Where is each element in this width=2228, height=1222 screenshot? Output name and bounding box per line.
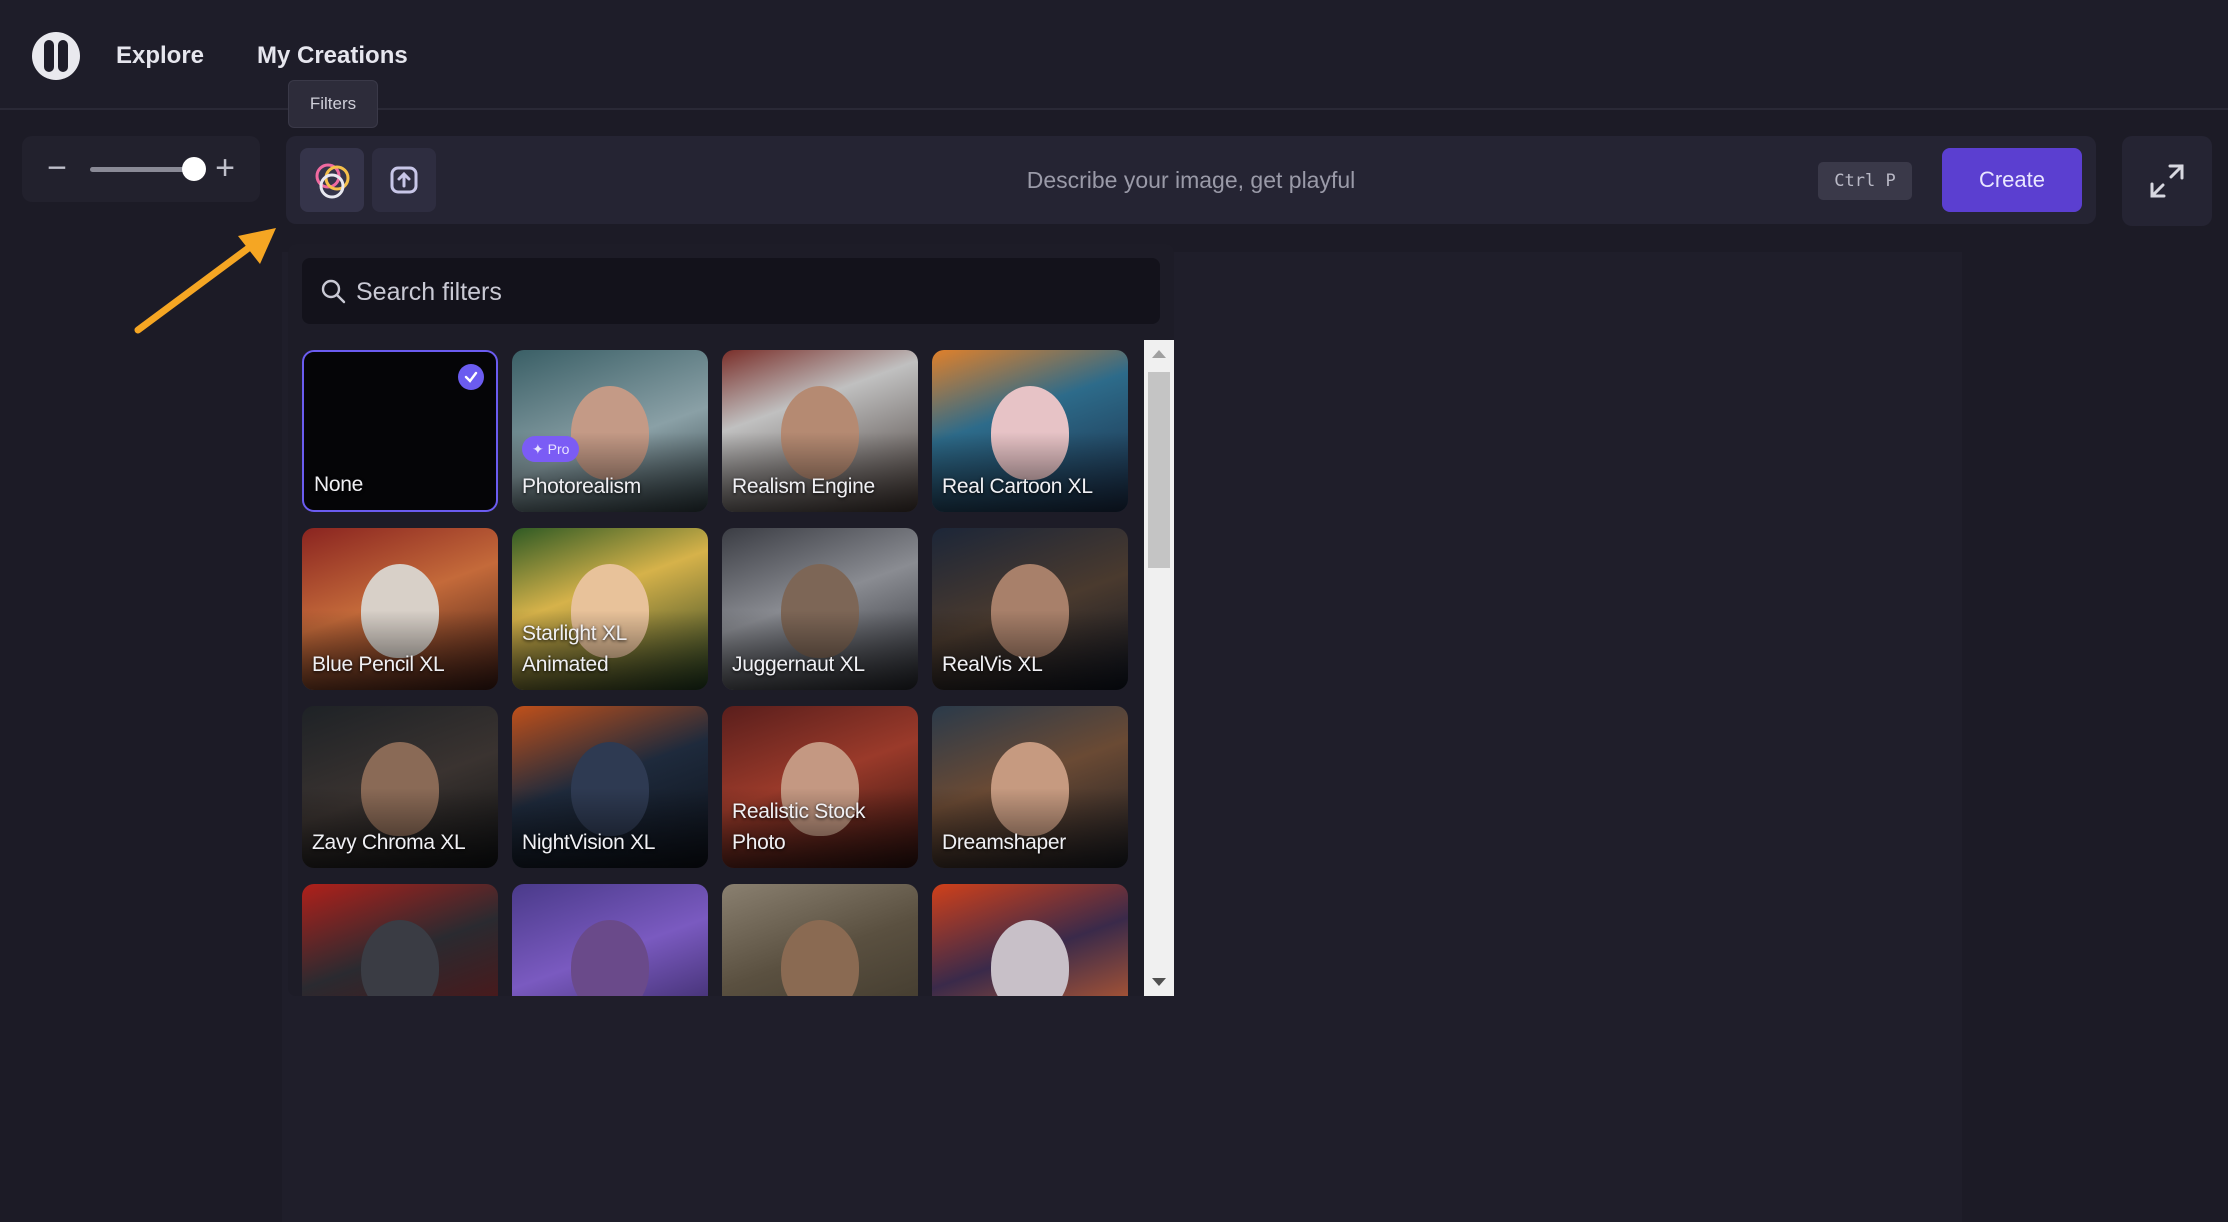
app-logo-icon[interactable] bbox=[32, 32, 80, 80]
prompt-bar: Describe your image, get playful Ctrl P … bbox=[286, 136, 2096, 224]
annotation-arrow-icon bbox=[134, 228, 276, 334]
filter-tile-row4-1[interactable] bbox=[302, 884, 498, 996]
shortcut-badge: Ctrl P bbox=[1818, 162, 1912, 200]
filter-tile-row4-4[interactable] bbox=[932, 884, 1128, 996]
filter-tile-blue-pencil-xl[interactable]: Blue Pencil XL bbox=[302, 528, 498, 690]
filter-tile-photorealism[interactable]: ✦ Pro Photorealism bbox=[512, 350, 708, 512]
expand-button[interactable] bbox=[2122, 136, 2212, 226]
filter-label: Real Cartoon XL bbox=[942, 475, 1093, 498]
filter-label: Realism Engine bbox=[732, 475, 875, 498]
filter-tile-nightvision-xl[interactable]: NightVision XL bbox=[512, 706, 708, 868]
search-icon bbox=[321, 279, 346, 304]
filter-label: Zavy Chroma XL bbox=[312, 831, 466, 854]
filters-icon bbox=[315, 163, 350, 199]
filter-tile-row4-2[interactable] bbox=[512, 884, 708, 996]
filter-tile-none[interactable]: None bbox=[302, 350, 498, 512]
upload-image-button[interactable] bbox=[372, 148, 436, 212]
filter-tile-dreamshaper[interactable]: Dreamshaper bbox=[932, 706, 1128, 868]
filter-label: NightVision XL bbox=[522, 831, 656, 854]
zoom-out-button[interactable]: − bbox=[42, 150, 72, 186]
nav-my-creations[interactable]: My Creations bbox=[257, 42, 408, 70]
create-button[interactable]: Create bbox=[1942, 148, 2082, 212]
scroll-thumb[interactable] bbox=[1148, 372, 1170, 568]
nav-explore[interactable]: Explore bbox=[116, 42, 204, 70]
filters-panel: None ✦ Pro Photorealism Realism Engine R… bbox=[288, 244, 1174, 996]
zoom-control: − + bbox=[22, 136, 260, 202]
scroll-up-arrow-icon[interactable] bbox=[1152, 350, 1166, 358]
filter-tile-realvis-xl[interactable]: RealVis XL bbox=[932, 528, 1128, 690]
filter-label: Starlight XL Animated bbox=[522, 622, 627, 676]
pro-badge: ✦ Pro bbox=[522, 436, 580, 462]
filters-tooltip: Filters bbox=[288, 80, 378, 128]
filter-tile-realism-engine[interactable]: Realism Engine bbox=[722, 350, 918, 512]
filter-tile-juggernaut-xl[interactable]: Juggernaut XL bbox=[722, 528, 918, 690]
filter-label: Photorealism bbox=[522, 475, 641, 498]
zoom-in-button[interactable]: + bbox=[210, 150, 240, 186]
filter-label: Dreamshaper bbox=[942, 831, 1066, 854]
filter-tile-realistic-stock-photo[interactable]: Realistic Stock Photo bbox=[722, 706, 918, 868]
filter-label: Juggernaut XL bbox=[732, 653, 865, 676]
filter-tile-row4-3[interactable] bbox=[722, 884, 918, 996]
filters-scrollbar[interactable] bbox=[1144, 340, 1174, 996]
filter-tile-real-cartoon-xl[interactable]: Real Cartoon XL bbox=[932, 350, 1128, 512]
filters-button[interactable] bbox=[300, 148, 364, 212]
search-filters-input[interactable] bbox=[354, 270, 1138, 314]
upload-icon bbox=[390, 166, 418, 194]
filter-label: Realistic Stock Photo bbox=[732, 800, 866, 854]
filter-tile-zavy-chroma-xl[interactable]: Zavy Chroma XL bbox=[302, 706, 498, 868]
filter-label: Blue Pencil XL bbox=[312, 653, 445, 676]
expand-icon bbox=[2150, 164, 2184, 198]
zoom-slider-handle[interactable] bbox=[182, 157, 206, 181]
search-box bbox=[302, 258, 1160, 324]
filter-label: RealVis XL bbox=[942, 653, 1043, 676]
filters-grid: None ✦ Pro Photorealism Realism Engine R… bbox=[302, 350, 1142, 996]
check-icon bbox=[458, 364, 484, 390]
filter-label: None bbox=[314, 473, 364, 496]
scroll-down-arrow-icon[interactable] bbox=[1152, 978, 1166, 986]
filter-tile-starlight-xl-animated[interactable]: Starlight XL Animated bbox=[512, 528, 708, 690]
